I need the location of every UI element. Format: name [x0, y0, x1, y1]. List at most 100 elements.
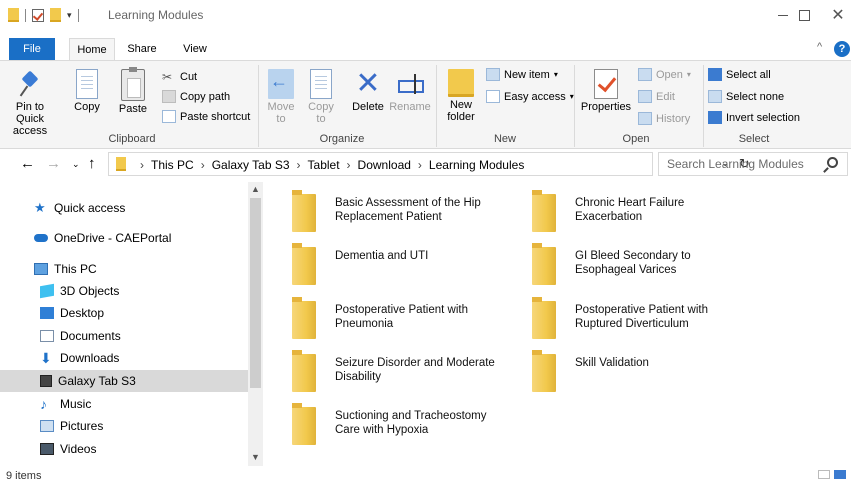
folder-item[interactable]: Chronic Heart Failure Exacerbation [510, 182, 750, 238]
history-label: History [656, 112, 691, 125]
large-icons-view-icon[interactable] [834, 470, 846, 479]
details-view-icon[interactable] [818, 470, 830, 479]
nav-item-desktop[interactable]: Desktop [0, 302, 248, 324]
scroll-thumb[interactable] [250, 198, 261, 388]
customize-toolbar-chevron-icon[interactable]: ▾ [67, 10, 72, 21]
select-all-button[interactable]: Select all [708, 68, 771, 81]
tab-file[interactable]: File [9, 38, 55, 60]
breadcrumb-this-pc[interactable]: This PC [151, 158, 194, 172]
new-folder-button[interactable]: New folder [441, 61, 481, 123]
nav-item-galaxy-tab[interactable]: Galaxy Tab S3 [0, 370, 248, 392]
folder-icon [532, 350, 556, 392]
scroll-up-icon[interactable]: ▲ [251, 184, 260, 194]
open-button[interactable]: Open ▾ [638, 68, 691, 81]
up-arrow-icon[interactable]: ↑ [88, 155, 96, 172]
ribbon-tabs: File Home Share View [0, 38, 851, 61]
recent-locations-chevron-icon[interactable]: ⌄ [72, 159, 80, 170]
nav-item-videos[interactable]: Videos [0, 438, 248, 460]
group-separator [436, 65, 437, 147]
folder-item[interactable]: Seizure Disorder and Moderate Disability [270, 342, 510, 398]
breadcrumb-separator: › [140, 158, 144, 172]
tab-home[interactable]: Home [69, 38, 115, 61]
search-icon[interactable] [827, 157, 838, 168]
properties-icon [594, 69, 618, 99]
select-none-button[interactable]: Select none [708, 90, 784, 103]
folder-item[interactable]: Skill Validation [510, 342, 750, 398]
pin-icon [18, 69, 42, 99]
folder-item[interactable]: GI Bleed Secondary to Esophageal Varices [510, 235, 750, 291]
folder-icon [292, 403, 316, 445]
new-item-button[interactable]: New item ▾ [486, 68, 558, 81]
tab-share[interactable]: Share [122, 38, 162, 60]
copy-to-label: Copy to [308, 101, 334, 125]
scroll-down-icon[interactable]: ▼ [251, 452, 260, 462]
copy-icon [76, 69, 98, 99]
nav-item-music[interactable]: ♪ Music [0, 393, 248, 415]
help-icon[interactable]: ? [834, 41, 850, 57]
rename-icon [396, 69, 424, 99]
breadcrumb-galaxy-tab[interactable]: Galaxy Tab S3 [212, 158, 290, 172]
nav-item-downloads[interactable]: ⬇ Downloads [0, 347, 248, 369]
nav-item-label: 3D Objects [60, 284, 120, 298]
move-to-button[interactable]: Move to [262, 61, 300, 125]
cut-button[interactable]: ✂ Cut [162, 70, 197, 84]
folder-icon [292, 297, 316, 339]
breadcrumb-tablet[interactable]: Tablet [308, 158, 340, 172]
group-label-open: Open [622, 133, 650, 145]
folder-icon [532, 243, 556, 285]
copy-path-button[interactable]: Copy path [162, 90, 230, 103]
breadcrumb-learning-modules[interactable]: Learning Modules [429, 158, 524, 172]
easy-access-button[interactable]: Easy access ▾ [486, 90, 574, 103]
window-title: Learning Modules [108, 8, 204, 22]
folder-item[interactable]: Postoperative Patient with Ruptured Dive… [510, 289, 750, 345]
search-input[interactable] [667, 157, 817, 171]
paste-shortcut-button[interactable]: Paste shortcut [162, 110, 250, 123]
nav-item-3d-objects[interactable]: 3D Objects [0, 280, 248, 302]
folder-item[interactable]: Basic Assessment of the Hip Replacement … [270, 182, 510, 238]
folder-icon [292, 190, 316, 232]
nav-item-this-pc[interactable]: This PC [0, 258, 248, 280]
search-box[interactable] [658, 152, 848, 176]
folder-item[interactable]: Suctioning and Tracheostomy Care with Hy… [270, 395, 510, 451]
folder-item[interactable]: Postoperative Patient with Pneumonia [270, 289, 510, 345]
paste-button[interactable]: Paste [113, 61, 153, 115]
copy-to-button[interactable]: Copy to [303, 61, 339, 125]
status-bar: 9 items [0, 466, 851, 479]
select-none-icon [708, 90, 722, 103]
folder-icon [292, 350, 316, 392]
invert-selection-button[interactable]: Invert selection [708, 111, 800, 124]
nav-item-label: Documents [60, 329, 121, 343]
address-bar[interactable]: › This PC › Galaxy Tab S3 › Tablet › Dow… [108, 152, 750, 176]
nav-item-onedrive[interactable]: OneDrive - CAEPortal [0, 227, 248, 249]
tab-view[interactable]: View [175, 38, 215, 60]
back-arrow-icon[interactable]: ← [20, 155, 35, 172]
properties-button[interactable]: Properties [578, 61, 634, 113]
history-button[interactable]: History [638, 112, 690, 125]
forward-arrow-icon[interactable]: → [46, 155, 61, 172]
breadcrumb-separator: › [417, 158, 422, 172]
chevron-down-icon: ▾ [686, 70, 691, 79]
delete-button[interactable]: ✕ Delete [350, 61, 386, 114]
collapse-ribbon-chevron-icon[interactable]: ^ [817, 41, 822, 53]
folder-item[interactable]: Dementia and UTI [270, 235, 510, 291]
move-to-icon [268, 69, 294, 99]
edit-button[interactable]: Edit [638, 90, 675, 103]
copy-button[interactable]: Copy [70, 61, 104, 113]
move-to-label: Move to [267, 101, 295, 125]
title-bar: ▾ Learning Modules ✕ [0, 0, 851, 30]
properties-label: Properties [580, 101, 632, 113]
folder-label: GI Bleed Secondary to Esophageal Varices [575, 250, 691, 276]
properties-quick-icon[interactable] [32, 8, 44, 22]
rename-button[interactable]: Rename [388, 61, 432, 113]
delete-x-icon: ✕ [355, 67, 381, 100]
nav-scrollbar[interactable]: ▲ ▼ [248, 182, 263, 466]
breadcrumb-download[interactable]: Download [358, 158, 411, 172]
nav-item-quick-access[interactable]: ★ Quick access [0, 197, 248, 219]
close-button[interactable]: ✕ [815, 0, 851, 30]
pin-to-quick-access-button[interactable]: Pin to Quick access [4, 61, 56, 137]
new-folder-quick-icon[interactable] [50, 8, 61, 22]
nav-item-label: Music [60, 397, 92, 411]
nav-item-documents[interactable]: Documents [0, 325, 248, 347]
nav-item-pictures[interactable]: Pictures [0, 415, 248, 437]
select-all-label: Select all [726, 68, 771, 81]
